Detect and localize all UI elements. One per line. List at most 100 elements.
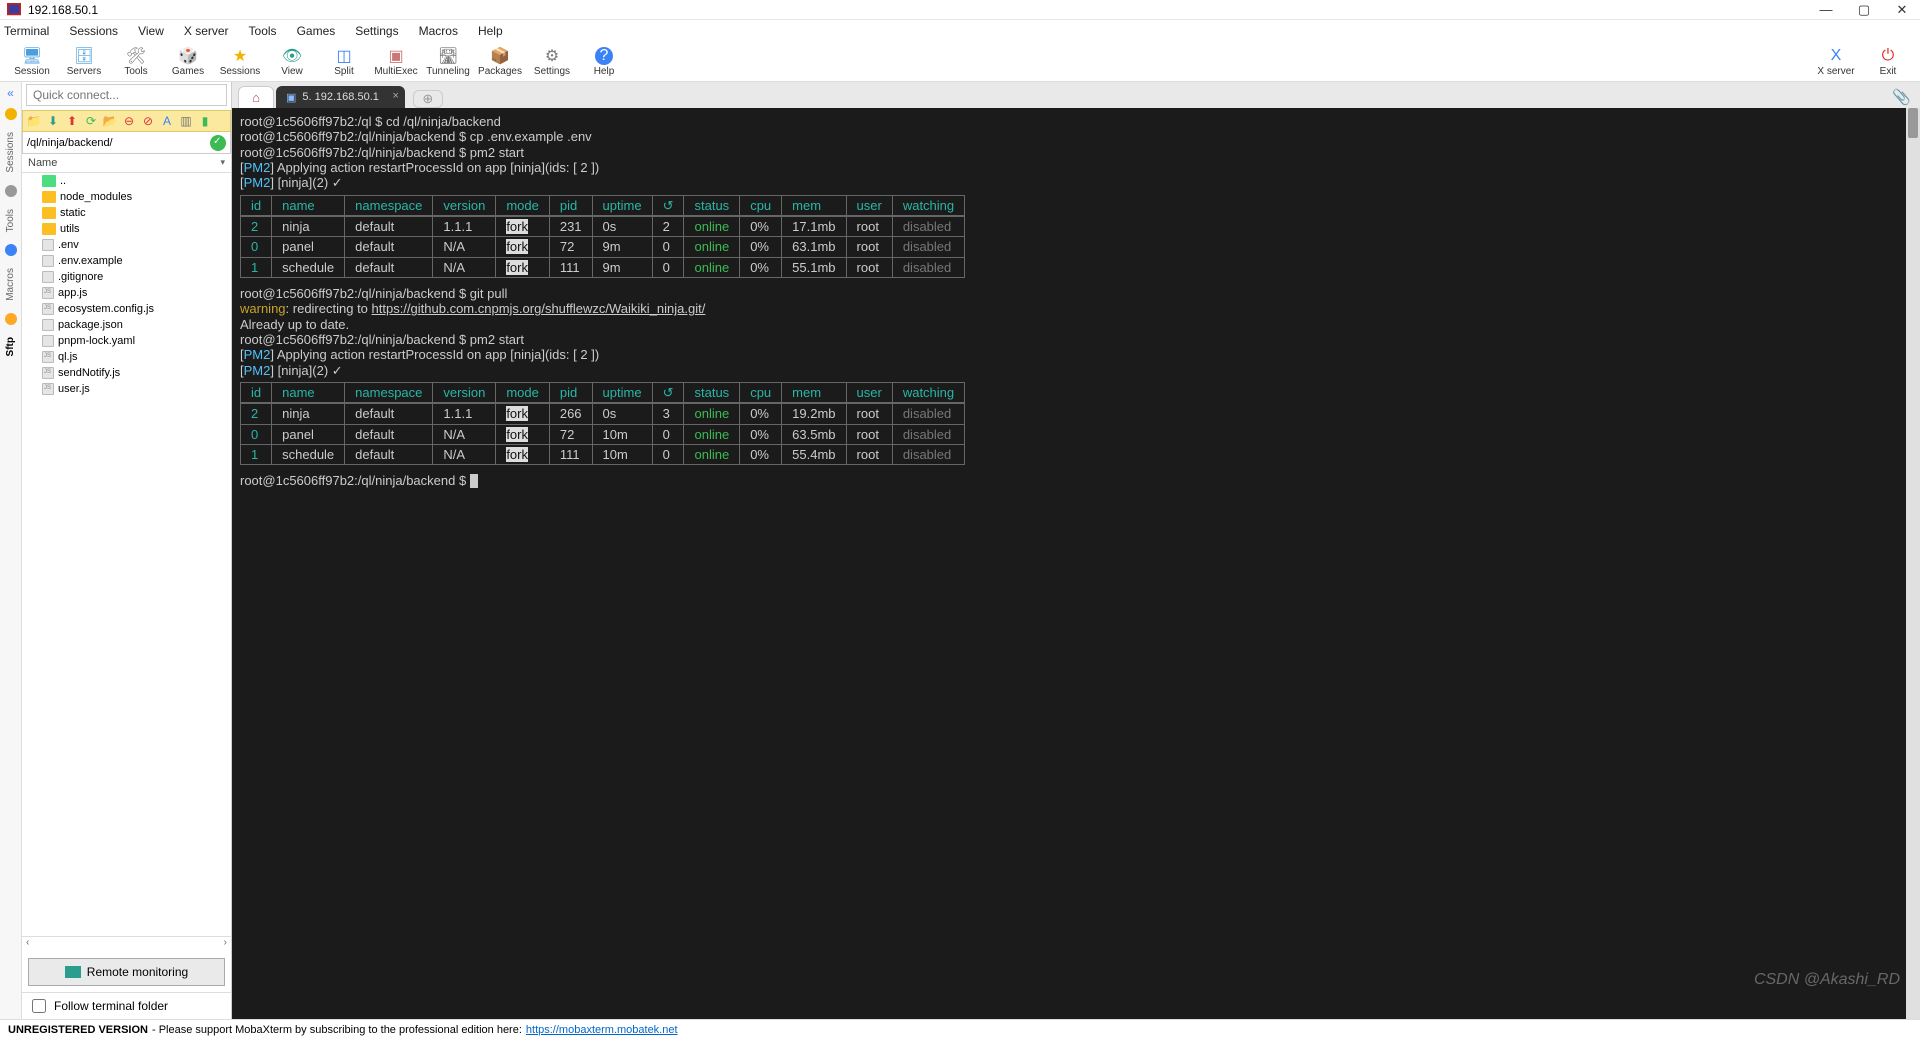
refresh-icon[interactable]: ⟳ xyxy=(83,113,99,129)
menu-macros[interactable]: Macros xyxy=(419,24,458,38)
app-icon xyxy=(6,3,22,17)
file-tree[interactable]: ..node_modulesstaticutils.env.env.exampl… xyxy=(22,173,231,936)
terminal-mode-icon[interactable]: ▮ xyxy=(197,113,213,129)
menu-terminal[interactable]: Terminal xyxy=(4,24,49,38)
chevron-left-icon[interactable]: « xyxy=(7,86,14,100)
tunneling-icon: 🛣 xyxy=(439,47,457,65)
tool-tools[interactable]: 🛠Tools xyxy=(110,42,162,82)
tree-item[interactable]: static xyxy=(22,205,231,221)
tab-close-icon[interactable]: × xyxy=(392,90,398,102)
tools-icon: 🛠 xyxy=(127,47,145,65)
folder-icon xyxy=(42,191,56,203)
tree-item[interactable]: .env.example xyxy=(22,253,231,269)
tree-item[interactable]: .gitignore xyxy=(22,269,231,285)
menu-sessions[interactable]: Sessions xyxy=(69,24,118,38)
tree-item[interactable]: node_modules xyxy=(22,189,231,205)
delete-icon[interactable]: ⊖ xyxy=(121,113,137,129)
tree-item[interactable]: .. xyxy=(22,173,231,189)
menu-games[interactable]: Games xyxy=(297,24,336,38)
tree-item[interactable]: .env xyxy=(22,237,231,253)
tool-servers[interactable]: 🗄Servers xyxy=(58,42,110,82)
tree-item[interactable]: sendNotify.js xyxy=(22,365,231,381)
tree-item[interactable]: pnpm-lock.yaml xyxy=(22,333,231,349)
minimize-button[interactable]: — xyxy=(1818,2,1834,18)
maximize-button[interactable]: ▢ xyxy=(1856,2,1872,18)
ribbon-sessions[interactable]: Sessions xyxy=(5,128,16,177)
remote-path-input[interactable] xyxy=(23,135,210,151)
remote-monitoring-button[interactable]: Remote monitoring xyxy=(28,958,225,986)
sessions-icon: ★ xyxy=(231,47,249,65)
menu-view[interactable]: View xyxy=(138,24,164,38)
ribbon-macros[interactable]: Macros xyxy=(5,264,16,305)
menu-help[interactable]: Help xyxy=(478,24,503,38)
ribbon-dot-sessions[interactable] xyxy=(5,108,17,120)
tool-x server[interactable]: XX server xyxy=(1810,42,1862,82)
tool-exit[interactable]: ⏻Exit xyxy=(1862,42,1914,82)
tree-item[interactable]: ql.js xyxy=(22,349,231,365)
tool-help[interactable]: ?Help xyxy=(578,42,630,82)
tree-hscroll[interactable]: ‹› xyxy=(22,936,231,952)
ribbon-dot-macros[interactable] xyxy=(5,244,17,256)
tool-session[interactable]: 🖥Session xyxy=(6,42,58,82)
download-icon[interactable]: ⬇ xyxy=(45,113,61,129)
tool-multiexec[interactable]: ▣MultiExec xyxy=(370,42,422,82)
file-icon xyxy=(42,271,54,283)
settings-icon: ⚙ xyxy=(543,47,561,65)
servers-icon: 🗄 xyxy=(75,47,93,65)
file-icon xyxy=(42,335,54,347)
path-ok-icon xyxy=(210,135,226,151)
mobaxterm-link[interactable]: https://mobaxterm.mobatek.net xyxy=(526,1024,678,1036)
new-folder-icon[interactable]: 📂 xyxy=(102,113,118,129)
tab-new[interactable]: ⊕ xyxy=(413,90,443,108)
ribbon-dot-sftp[interactable] xyxy=(5,313,17,325)
menu-settings[interactable]: Settings xyxy=(355,24,398,38)
split-icon: ◫ xyxy=(335,47,353,65)
tab-session-5[interactable]: ▣ 5. 192.168.50.1 × xyxy=(276,86,405,108)
monitor-icon xyxy=(65,966,81,978)
left-ribbon: « Sessions Tools Macros Sftp xyxy=(0,82,22,1019)
properties-icon[interactable]: ▥ xyxy=(178,113,194,129)
multiexec-icon: ▣ xyxy=(387,47,405,65)
tab-strip: ⌂ ▣ 5. 192.168.50.1 × ⊕ 📎 xyxy=(232,82,1920,108)
folder-icon xyxy=(42,207,56,219)
tree-item[interactable]: user.js xyxy=(22,381,231,397)
tool-settings[interactable]: ⚙Settings xyxy=(526,42,578,82)
view-icon: 👁 xyxy=(283,47,301,65)
tool-split[interactable]: ◫Split xyxy=(318,42,370,82)
packages-icon: 📦 xyxy=(491,47,509,65)
tool-packages[interactable]: 📦Packages xyxy=(474,42,526,82)
quick-connect-input[interactable] xyxy=(26,84,227,106)
ribbon-sftp[interactable]: Sftp xyxy=(5,333,16,360)
tree-item[interactable]: app.js xyxy=(22,285,231,301)
edit-icon[interactable]: A xyxy=(159,113,175,129)
file-icon xyxy=(42,351,54,363)
cursor xyxy=(470,474,478,488)
terminal-output[interactable]: root@1c5606ff97b2:/ql $ cd /ql/ninja/bac… xyxy=(232,108,1920,1019)
tab-home[interactable]: ⌂ xyxy=(238,86,274,108)
window-title: 192.168.50.1 xyxy=(28,3,1818,17)
folder-icon[interactable]: 📁 xyxy=(26,113,42,129)
menubar: Terminal Sessions View X server Tools Games Se… xyxy=(0,20,1920,42)
ribbon-dot-tools[interactable] xyxy=(5,185,17,197)
pm2-table: idnamenamespaceversionmodepiduptime↺stat… xyxy=(240,195,965,278)
tree-item[interactable]: ecosystem.config.js xyxy=(22,301,231,317)
file-icon xyxy=(42,255,54,267)
close-button[interactable]: ✕ xyxy=(1894,2,1910,18)
unregistered-label: UNREGISTERED VERSION xyxy=(8,1024,148,1036)
menu-tools[interactable]: Tools xyxy=(249,24,277,38)
name-column-header[interactable]: Name xyxy=(22,154,231,173)
menu-x-server[interactable]: X server xyxy=(184,24,229,38)
tool-games[interactable]: 🎲Games xyxy=(162,42,214,82)
tree-item[interactable]: utils xyxy=(22,221,231,237)
tool-sessions[interactable]: ★Sessions xyxy=(214,42,266,82)
upload-icon[interactable]: ⬆ xyxy=(64,113,80,129)
tool-tunneling[interactable]: 🛣Tunneling xyxy=(422,42,474,82)
tool-view[interactable]: 👁View xyxy=(266,42,318,82)
ribbon-tools[interactable]: Tools xyxy=(5,205,16,236)
tree-item[interactable]: package.json xyxy=(22,317,231,333)
session-icon: 🖥 xyxy=(23,47,41,65)
follow-terminal-checkbox[interactable] xyxy=(32,999,46,1013)
stop-icon[interactable]: ⊘ xyxy=(140,113,156,129)
terminal-vscroll[interactable] xyxy=(1906,108,1920,1019)
paperclip-icon[interactable]: 📎 xyxy=(1892,88,1912,108)
